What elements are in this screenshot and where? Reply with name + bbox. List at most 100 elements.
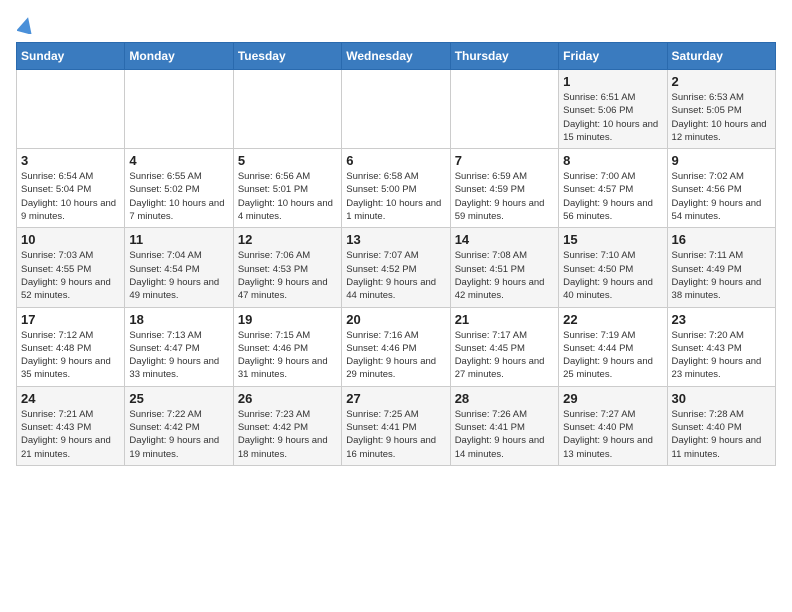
calendar-cell-week2-day1: 4 Sunrise: 6:55 AMSunset: 5:02 PMDaylight… <box>125 149 233 228</box>
day-info: Sunrise: 7:08 AMSunset: 4:51 PMDaylight:… <box>455 249 554 302</box>
weekday-header-monday: Monday <box>125 43 233 70</box>
calendar-cell-week2-day5: 8Sunrise: 7:00 AMSunset: 4:57 PMDaylight… <box>559 149 667 228</box>
day-info: Sunrise: 7:20 AMSunset: 4:43 PMDaylight:… <box>672 329 771 382</box>
calendar-cell-week3-day3: 13 Sunrise: 7:07 AMSunset: 4:52 PMDayligh… <box>342 228 450 307</box>
calendar-cell-week2-day6: 9Sunrise: 7:02 AMSunset: 4:56 PMDaylight… <box>667 149 775 228</box>
day-info: Sunrise: 7:10 AMSunset: 4:50 PMDaylight:… <box>563 249 662 302</box>
day-number: 18 <box>129 312 228 327</box>
day-info: Sunrise: 7:19 AMSunset: 4:44 PMDaylight:… <box>563 329 662 382</box>
day-info: Sunrise: 7:17 AMSunset: 4:45 PMDaylight:… <box>455 329 554 382</box>
weekday-header-row: SundayMondayTuesdayWednesdayThursdayFrid… <box>17 43 776 70</box>
day-info: Sunrise: 7:06 AMSunset: 4:53 PMDaylight:… <box>238 249 337 302</box>
calendar-cell-week2-day0: 3 Sunrise: 6:54 AMSunset: 5:04 PMDaylight… <box>17 149 125 228</box>
calendar-table: SundayMondayTuesdayWednesdayThursdayFrid… <box>16 42 776 466</box>
calendar-cell-week1-day5: 1Sunrise: 6:51 AMSunset: 5:06 PMDaylight… <box>559 70 667 149</box>
calendar-body: 1Sunrise: 6:51 AMSunset: 5:06 PMDaylight… <box>17 70 776 466</box>
day-number: 4 <box>129 153 228 168</box>
day-info: Sunrise: 6:54 AMSunset: 5:04 PMDaylight:… <box>21 170 120 223</box>
day-number: 19 <box>238 312 337 327</box>
page-header <box>16 16 776 30</box>
calendar-week-3: 10 Sunrise: 7:03 AMSunset: 4:55 PMDayligh… <box>17 228 776 307</box>
day-number: 15 <box>563 232 662 247</box>
day-info: Sunrise: 7:11 AMSunset: 4:49 PMDaylight:… <box>672 249 771 302</box>
calendar-cell-week5-day1: 25Sunrise: 7:22 AMSunset: 4:42 PMDayligh… <box>125 386 233 465</box>
logo <box>16 16 35 30</box>
logo-triangle-icon <box>17 16 35 34</box>
calendar-cell-week5-day5: 29Sunrise: 7:27 AMSunset: 4:40 PMDayligh… <box>559 386 667 465</box>
calendar-cell-week3-day1: 11 Sunrise: 7:04 AMSunset: 4:54 PMDayligh… <box>125 228 233 307</box>
day-number: 9 <box>672 153 771 168</box>
day-info: Sunrise: 7:15 AMSunset: 4:46 PMDaylight:… <box>238 329 337 382</box>
day-number: 22 <box>563 312 662 327</box>
calendar-cell-week5-day2: 26 Sunrise: 7:23 AMSunset: 4:42 PMDayligh… <box>233 386 341 465</box>
day-number: 14 <box>455 232 554 247</box>
calendar-cell-week1-day0 <box>17 70 125 149</box>
day-number: 10 <box>21 232 120 247</box>
calendar-cell-week5-day3: 27Sunrise: 7:25 AMSunset: 4:41 PMDayligh… <box>342 386 450 465</box>
day-number: 2 <box>672 74 771 89</box>
calendar-week-4: 17 Sunrise: 7:12 AMSunset: 4:48 PMDayligh… <box>17 307 776 386</box>
calendar-cell-week2-day4: 7 Sunrise: 6:59 AMSunset: 4:59 PMDaylight… <box>450 149 558 228</box>
day-number: 16 <box>672 232 771 247</box>
calendar-cell-week1-day6: 2 Sunrise: 6:53 AMSunset: 5:05 PMDaylight… <box>667 70 775 149</box>
calendar-cell-week3-day6: 16 Sunrise: 7:11 AMSunset: 4:49 PMDayligh… <box>667 228 775 307</box>
day-number: 11 <box>129 232 228 247</box>
weekday-header-friday: Friday <box>559 43 667 70</box>
day-info: Sunrise: 6:56 AMSunset: 5:01 PMDaylight:… <box>238 170 337 223</box>
calendar-cell-week2-day2: 5 Sunrise: 6:56 AMSunset: 5:01 PMDaylight… <box>233 149 341 228</box>
calendar-cell-week5-day6: 30 Sunrise: 7:28 AMSunset: 4:40 PMDayligh… <box>667 386 775 465</box>
calendar-cell-week4-day3: 20 Sunrise: 7:16 AMSunset: 4:46 PMDayligh… <box>342 307 450 386</box>
calendar-cell-week5-day4: 28 Sunrise: 7:26 AMSunset: 4:41 PMDayligh… <box>450 386 558 465</box>
calendar-week-2: 3 Sunrise: 6:54 AMSunset: 5:04 PMDaylight… <box>17 149 776 228</box>
day-info: Sunrise: 7:04 AMSunset: 4:54 PMDaylight:… <box>129 249 228 302</box>
calendar-cell-week4-day6: 23Sunrise: 7:20 AMSunset: 4:43 PMDayligh… <box>667 307 775 386</box>
day-info: Sunrise: 6:51 AMSunset: 5:06 PMDaylight:… <box>563 91 662 144</box>
weekday-header-thursday: Thursday <box>450 43 558 70</box>
calendar-cell-week4-day0: 17 Sunrise: 7:12 AMSunset: 4:48 PMDayligh… <box>17 307 125 386</box>
day-number: 21 <box>455 312 554 327</box>
day-number: 20 <box>346 312 445 327</box>
day-info: Sunrise: 7:03 AMSunset: 4:55 PMDaylight:… <box>21 249 120 302</box>
calendar-week-5: 24 Sunrise: 7:21 AMSunset: 4:43 PMDayligh… <box>17 386 776 465</box>
day-info: Sunrise: 6:58 AMSunset: 5:00 PMDaylight:… <box>346 170 445 223</box>
calendar-cell-week3-day0: 10 Sunrise: 7:03 AMSunset: 4:55 PMDayligh… <box>17 228 125 307</box>
calendar-cell-week4-day4: 21 Sunrise: 7:17 AMSunset: 4:45 PMDayligh… <box>450 307 558 386</box>
day-number: 26 <box>238 391 337 406</box>
day-number: 28 <box>455 391 554 406</box>
calendar-cell-week1-day2 <box>233 70 341 149</box>
day-number: 6 <box>346 153 445 168</box>
day-info: Sunrise: 7:27 AMSunset: 4:40 PMDaylight:… <box>563 408 662 461</box>
weekday-header-wednesday: Wednesday <box>342 43 450 70</box>
day-info: Sunrise: 7:07 AMSunset: 4:52 PMDaylight:… <box>346 249 445 302</box>
day-info: Sunrise: 7:12 AMSunset: 4:48 PMDaylight:… <box>21 329 120 382</box>
calendar-cell-week3-day5: 15 Sunrise: 7:10 AMSunset: 4:50 PMDayligh… <box>559 228 667 307</box>
day-info: Sunrise: 7:23 AMSunset: 4:42 PMDaylight:… <box>238 408 337 461</box>
day-number: 7 <box>455 153 554 168</box>
day-info: Sunrise: 7:28 AMSunset: 4:40 PMDaylight:… <box>672 408 771 461</box>
day-info: Sunrise: 7:16 AMSunset: 4:46 PMDaylight:… <box>346 329 445 382</box>
day-number: 24 <box>21 391 120 406</box>
day-info: Sunrise: 7:22 AMSunset: 4:42 PMDaylight:… <box>129 408 228 461</box>
calendar-cell-week4-day1: 18 Sunrise: 7:13 AMSunset: 4:47 PMDayligh… <box>125 307 233 386</box>
day-number: 5 <box>238 153 337 168</box>
day-number: 27 <box>346 391 445 406</box>
day-info: Sunrise: 6:53 AMSunset: 5:05 PMDaylight:… <box>672 91 771 144</box>
calendar-cell-week3-day4: 14 Sunrise: 7:08 AMSunset: 4:51 PMDayligh… <box>450 228 558 307</box>
weekday-header-tuesday: Tuesday <box>233 43 341 70</box>
day-number: 13 <box>346 232 445 247</box>
calendar-cell-week2-day3: 6 Sunrise: 6:58 AMSunset: 5:00 PMDaylight… <box>342 149 450 228</box>
day-info: Sunrise: 7:13 AMSunset: 4:47 PMDaylight:… <box>129 329 228 382</box>
day-number: 30 <box>672 391 771 406</box>
weekday-header-sunday: Sunday <box>17 43 125 70</box>
day-info: Sunrise: 7:21 AMSunset: 4:43 PMDaylight:… <box>21 408 120 461</box>
day-number: 3 <box>21 153 120 168</box>
day-info: Sunrise: 7:26 AMSunset: 4:41 PMDaylight:… <box>455 408 554 461</box>
day-info: Sunrise: 7:00 AMSunset: 4:57 PMDaylight:… <box>563 170 662 223</box>
calendar-cell-week1-day3 <box>342 70 450 149</box>
day-info: Sunrise: 6:55 AMSunset: 5:02 PMDaylight:… <box>129 170 228 223</box>
day-number: 17 <box>21 312 120 327</box>
calendar-week-1: 1Sunrise: 6:51 AMSunset: 5:06 PMDaylight… <box>17 70 776 149</box>
calendar-cell-week3-day2: 12Sunrise: 7:06 AMSunset: 4:53 PMDayligh… <box>233 228 341 307</box>
calendar-cell-week1-day1 <box>125 70 233 149</box>
day-info: Sunrise: 6:59 AMSunset: 4:59 PMDaylight:… <box>455 170 554 223</box>
